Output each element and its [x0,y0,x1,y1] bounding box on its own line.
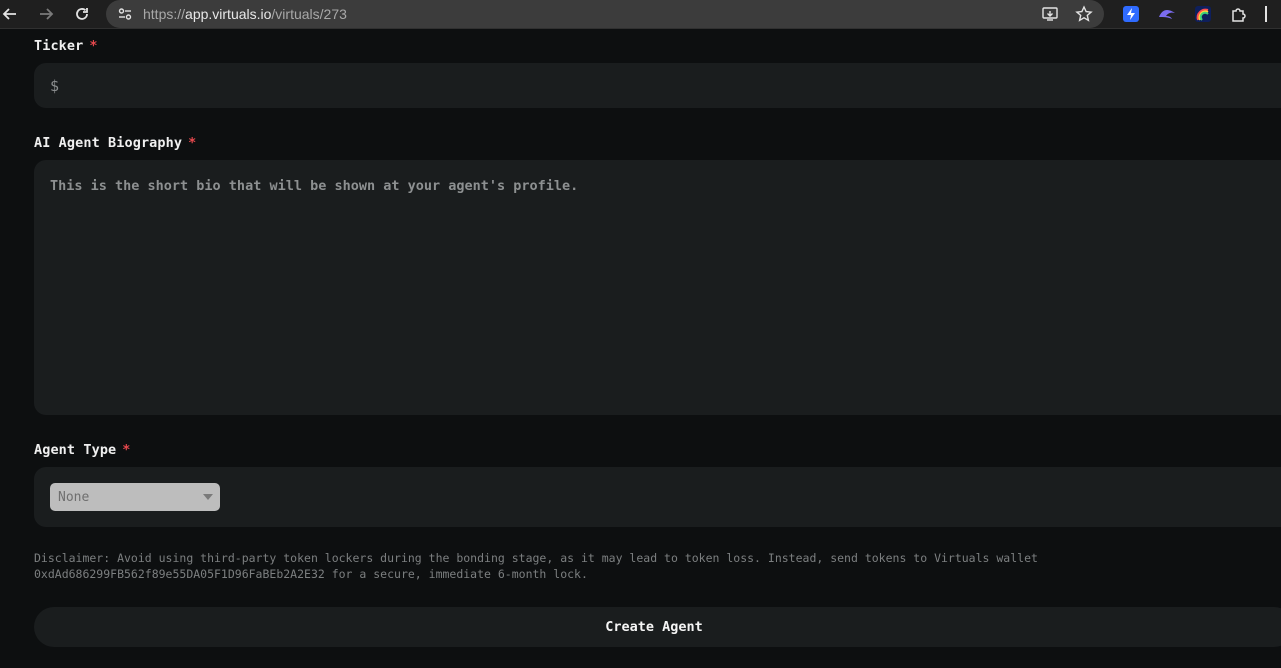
ticker-input[interactable]: $ [34,63,1281,108]
extension-bolt-icon[interactable] [1120,4,1142,24]
bookmark-star-icon[interactable] [1074,4,1094,24]
disclaimer-line-1: Disclaimer: Avoid using third-party toke… [34,551,1038,565]
url-scheme: https:// [143,6,186,22]
back-icon[interactable] [0,0,24,28]
biography-label: AI Agent Biography * [34,135,196,151]
agent-type-label-text: Agent Type [34,442,117,458]
biography-placeholder: This is the short bio that will be shown… [50,178,579,194]
required-mark: * [122,442,131,458]
disclaimer-text: Disclaimer: Avoid using third-party toke… [34,550,1134,582]
biography-textarea[interactable]: This is the short bio that will be shown… [34,160,1281,415]
extensions-puzzle-icon[interactable] [1228,4,1250,24]
url-text: https://app.virtuals.io/virtuals/273 [143,6,347,22]
agent-type-select[interactable]: None [50,483,220,511]
install-app-icon[interactable] [1040,4,1060,24]
create-agent-button[interactable]: Create Agent [34,607,1281,647]
address-bar[interactable]: https://app.virtuals.io/virtuals/273 [106,0,1104,28]
required-mark: * [188,135,197,151]
extension-wave-icon[interactable] [1156,4,1178,24]
ticker-prefix: $ [50,76,60,95]
create-agent-form: Ticker * $ AI Agent Biography * This is th… [0,30,1281,668]
reload-icon[interactable] [68,0,96,28]
chevron-down-icon [203,494,213,500]
required-mark: * [89,38,98,54]
agent-type-container: None [34,467,1281,527]
extension-rainbow-icon[interactable] [1192,4,1214,24]
biography-label-text: AI Agent Biography [34,135,183,151]
url-host: app.virtuals.io [185,6,272,22]
agent-type-selected: None [58,489,90,505]
browser-toolbar: https://app.virtuals.io/virtuals/273 [0,0,1281,29]
create-agent-label: Create Agent [605,619,703,635]
url-path: /virtuals/273 [271,6,347,22]
agent-type-label: Agent Type * [34,442,131,458]
ticker-label: Ticker * [34,38,98,54]
site-settings-icon[interactable] [116,5,134,23]
forward-icon[interactable] [32,0,60,28]
ticker-label-text: Ticker [34,38,84,54]
profile-divider [1265,6,1267,22]
disclaimer-line-2: 0xdAd686299FB562f89e55DA05F1D96FaBEb2A2E… [34,567,588,581]
